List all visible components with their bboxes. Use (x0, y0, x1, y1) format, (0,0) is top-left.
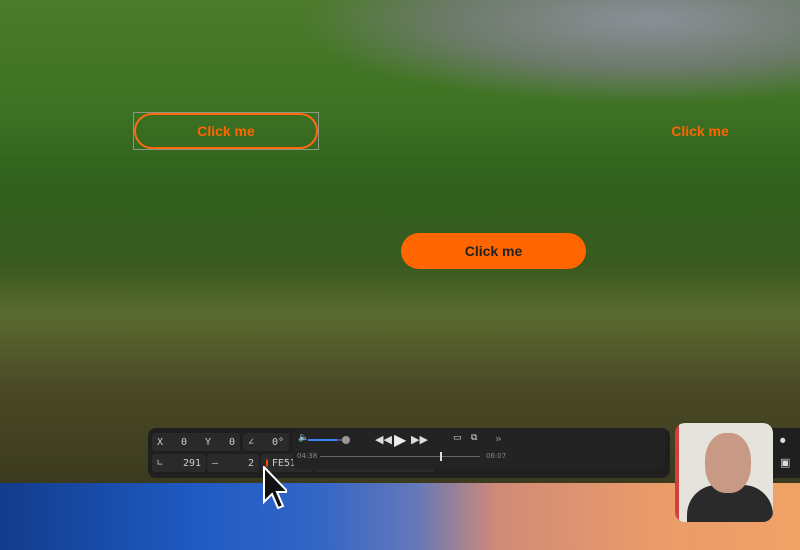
outlined-click-me-button[interactable]: Click me (134, 113, 318, 149)
media-player-overlay: 🔈 ◀◀ ▶ ▶▶ ▭ ⧉ » 04:38 06:07 (293, 429, 665, 469)
filled-click-me-button[interactable]: Click me (401, 233, 586, 269)
volume-icon[interactable]: 🔈 (298, 433, 309, 443)
y-label: Y (204, 436, 211, 448)
y-value[interactable]: 0 (229, 437, 235, 448)
x-label: X (157, 436, 164, 448)
fast-forward-icon[interactable]: ▶▶ (411, 433, 428, 446)
text-click-me-button[interactable]: Click me (660, 118, 740, 144)
person-face (705, 433, 751, 493)
rotation-field[interactable]: ∠ 0° (243, 433, 289, 451)
progress-bar[interactable] (320, 452, 480, 461)
mouse-cursor-icon (263, 466, 287, 510)
record-icon[interactable]: ⏺ (780, 434, 786, 448)
stroke-width-field[interactable]: —2 (207, 454, 259, 472)
radius-value: 291 (182, 457, 201, 469)
corner-icon: ∟ (157, 457, 164, 469)
corner-radius-field[interactable]: ∟ 291 (152, 454, 206, 472)
duration-time: 06:07 (486, 452, 507, 460)
stroke-icon: — (212, 457, 219, 469)
rewind-icon[interactable]: ◀◀ (375, 433, 392, 446)
elapsed-time: 04:38 (297, 452, 318, 460)
volume-thumb[interactable] (342, 436, 350, 444)
airplay-icon[interactable]: ▭ (453, 433, 462, 443)
angle-icon: ∠ (248, 436, 255, 448)
progress-thumb[interactable] (440, 452, 442, 461)
video-background (0, 0, 800, 483)
image-icon[interactable]: ▣ (780, 456, 790, 469)
more-icon[interactable]: » (495, 432, 502, 445)
webcam-overlay[interactable] (675, 423, 773, 522)
volume-slider[interactable] (308, 436, 350, 444)
x-value[interactable]: 0 (181, 437, 187, 448)
toolbar-right-controls: ⏺ ▣ (770, 428, 800, 478)
play-icon[interactable]: ▶ (394, 430, 406, 449)
position-field[interactable]: X 0 Y 0 (152, 433, 240, 451)
stroke-value: 2 (247, 457, 254, 469)
picture-in-picture-icon[interactable]: ⧉ (471, 433, 477, 443)
angle-value: 0° (271, 436, 284, 448)
